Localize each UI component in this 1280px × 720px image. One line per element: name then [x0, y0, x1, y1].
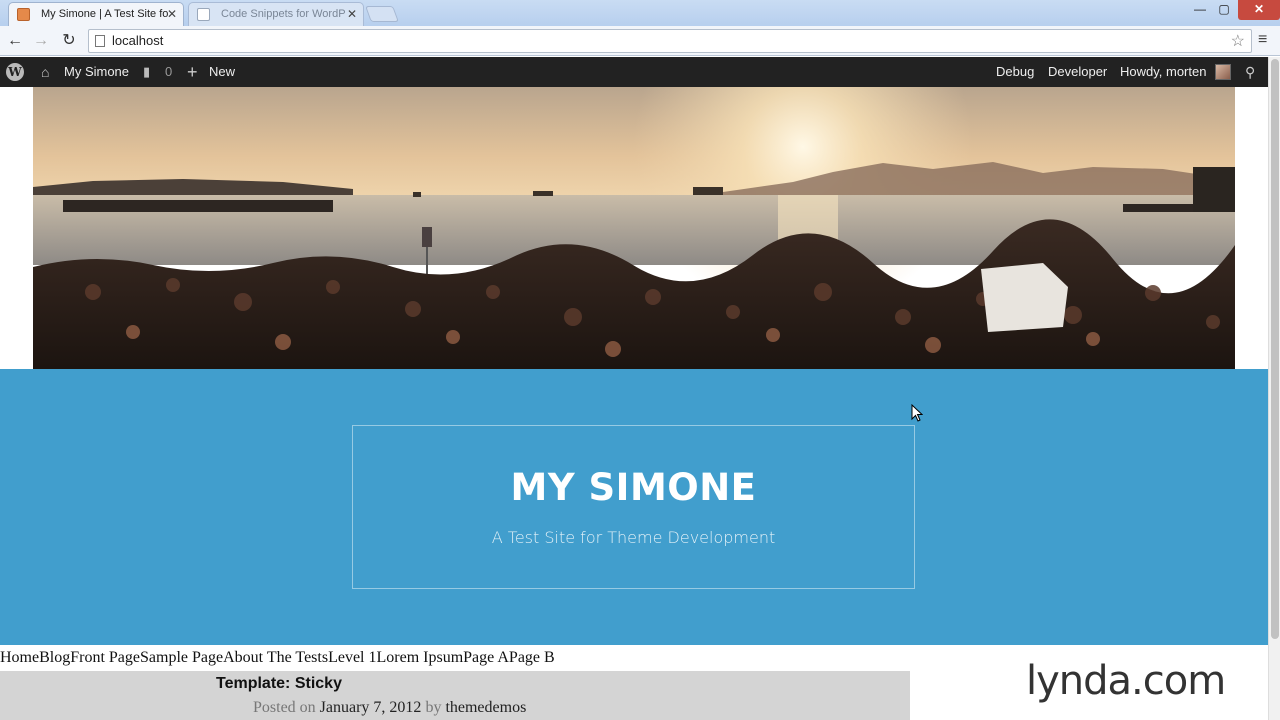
url-text[interactable]: localhost [112, 33, 163, 48]
post-meta: Posted on January 7, 2012 by themedemos [253, 699, 526, 717]
tab-label: My Simone | A Test Site fo [41, 8, 169, 20]
menu-item-lorem-ipsum[interactable]: Lorem Ipsum [376, 649, 463, 666]
menu-item-level-1[interactable]: Level 1 [328, 649, 376, 666]
page-favicon-icon [197, 8, 210, 21]
post-date[interactable]: January 7, 2012 [320, 699, 422, 716]
tab-code-snippets[interactable]: Code Snippets for WordP ✕ [188, 2, 364, 26]
home-icon[interactable]: ⌂ [41, 57, 49, 87]
mouse-cursor-icon [911, 404, 923, 422]
posted-on-label: Posted on [253, 699, 316, 716]
search-icon[interactable]: ⚲ [1245, 57, 1255, 87]
post-title[interactable]: Template: Sticky [216, 675, 342, 693]
header-image [33, 87, 1235, 369]
browser-toolbar: ← → ↻ localhost ☆ ≡ [0, 26, 1280, 56]
site-header: MY SIMONE A Test Site for Theme Developm… [0, 369, 1268, 645]
reload-icon[interactable]: ↻ [58, 30, 80, 52]
admin-bar-developer[interactable]: Developer [1048, 57, 1107, 87]
menu-item-sample-page[interactable]: Sample Page [140, 649, 223, 666]
admin-bar-howdy[interactable]: Howdy, morten [1120, 57, 1206, 87]
page-scrollbar[interactable] [1268, 57, 1280, 720]
new-tab-button[interactable] [365, 6, 399, 22]
menu-item-page-a[interactable]: Page A [463, 649, 509, 666]
admin-bar-site-name[interactable]: My Simone [64, 57, 129, 87]
address-bar[interactable]: localhost ☆ [88, 29, 1252, 53]
tab-close-icon[interactable]: ✕ [167, 3, 177, 25]
comments-count[interactable]: 0 [165, 57, 172, 87]
minimize-button[interactable]: — [1188, 0, 1212, 20]
post-author[interactable]: themedemos [445, 699, 526, 716]
avatar[interactable] [1215, 64, 1231, 80]
close-window-button[interactable]: ✕ [1238, 0, 1280, 20]
comments-icon[interactable]: ▮ [143, 57, 150, 87]
browser-titlebar: My Simone | A Test Site fo ✕ Code Snippe… [0, 0, 1280, 26]
tab-label: Code Snippets for WordP [221, 8, 346, 20]
maximize-button[interactable]: ▢ [1212, 0, 1236, 20]
menu-item-page-b[interactable]: Page B [509, 649, 555, 666]
site-title[interactable]: MY SIMONE [353, 466, 914, 509]
scrollbar-thumb[interactable] [1271, 59, 1279, 639]
bookmark-star-icon[interactable]: ☆ [1231, 31, 1245, 51]
menu-item-front-page[interactable]: Front Page [70, 649, 140, 666]
back-arrow-icon[interactable]: ← [4, 30, 26, 52]
lynda-watermark: lynda.com [1026, 658, 1226, 704]
site-branding-box: MY SIMONE A Test Site for Theme Developm… [352, 425, 915, 589]
forward-arrow-icon[interactable]: → [30, 30, 52, 52]
admin-bar-new[interactable]: New [209, 57, 235, 87]
tab-my-simone[interactable]: My Simone | A Test Site fo ✕ [8, 2, 184, 26]
plus-icon[interactable]: + [187, 57, 198, 87]
tab-close-icon[interactable]: ✕ [347, 3, 357, 25]
main-navigation: HomeBlogFront PageSample PageAbout The T… [0, 649, 555, 667]
site-description: A Test Site for Theme Development [491, 528, 776, 547]
menu-item-about-the-tests[interactable]: About The Tests [223, 649, 328, 666]
admin-bar-debug[interactable]: Debug [996, 57, 1034, 87]
menu-item-home[interactable]: Home [0, 649, 39, 666]
by-label: by [425, 699, 442, 716]
menu-item-blog[interactable]: Blog [39, 649, 70, 666]
site-favicon-icon [17, 8, 30, 21]
sticky-post: Template: Sticky Posted on January 7, 20… [0, 671, 910, 720]
browser-menu-icon[interactable]: ≡ [1258, 31, 1274, 49]
wp-admin-bar: W ⌂ My Simone ▮ 0 + New Debug Developer … [0, 57, 1268, 87]
page-icon [95, 35, 105, 47]
wordpress-logo-icon[interactable]: W [6, 63, 24, 81]
